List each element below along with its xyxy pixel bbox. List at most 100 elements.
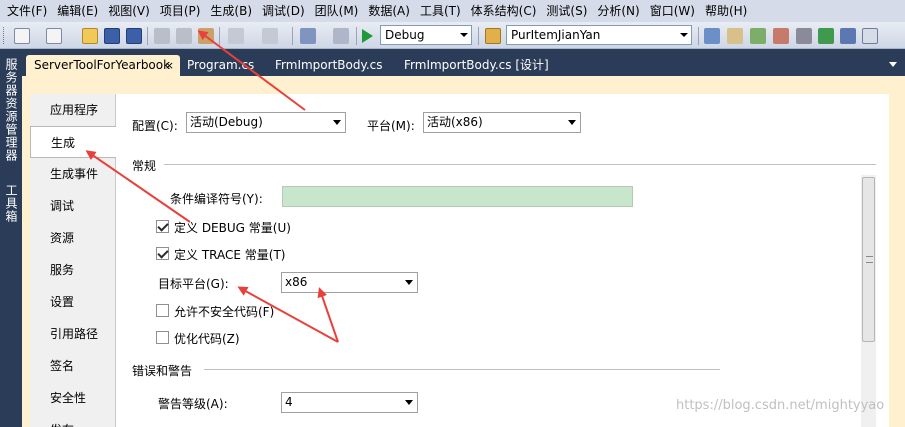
platform-select-value: 活动(x86)	[427, 115, 483, 129]
toolbar-separator	[356, 27, 357, 45]
menu-view[interactable]: 视图(V)	[103, 0, 155, 22]
errors-warnings-heading: 错误和警告	[132, 364, 193, 378]
allow-unsafe-checkbox[interactable]	[156, 304, 169, 317]
warning-level-select[interactable]: 4	[281, 392, 418, 413]
build-settings-pane: 配置(C): 活动(Debug) 平台(M): 活动(x86) 常规 条件编译符…	[116, 94, 889, 427]
document-tab-strip: ServerToolForYearbook × Program.cs FrmIm…	[22, 50, 905, 76]
toolbar-separator	[292, 27, 293, 45]
menu-data[interactable]: 数据(A)	[363, 0, 415, 22]
menu-debug[interactable]: 调试(D)	[257, 0, 310, 22]
nav-build[interactable]: 生成	[30, 126, 117, 158]
watermark-text: https://blog.csdn.net/mightyyao	[676, 398, 885, 413]
menu-architecture[interactable]: 体系结构(C)	[466, 0, 542, 22]
target-platform-select[interactable]: x86	[281, 272, 418, 293]
nav-security[interactable]: 安全性	[30, 382, 116, 414]
define-trace-checkbox[interactable]	[156, 247, 169, 260]
toolbar-grip[interactable]	[3, 27, 6, 44]
define-debug-checkbox[interactable]	[156, 220, 169, 233]
menu-team[interactable]: 团队(M)	[310, 0, 364, 22]
section-divider	[204, 369, 720, 370]
tab-server-tool-for-yearbook[interactable]: ServerToolForYearbook ×	[26, 55, 180, 76]
toolbar-options-icon[interactable]	[884, 28, 892, 44]
configuration-select[interactable]: 活动(Debug)	[186, 112, 346, 133]
chevron-down-icon	[680, 33, 688, 37]
tab-label: FrmImportBody.cs [设计]	[404, 58, 549, 72]
side-tool-strip: 服务器资源管理器 工具箱	[0, 50, 22, 427]
nav-signing[interactable]: 签名	[30, 350, 116, 382]
server-explorer-tab[interactable]: 服务器资源管理器	[3, 58, 20, 162]
platform-select[interactable]: 活动(x86)	[423, 112, 581, 133]
save-all-icon[interactable]	[126, 28, 142, 44]
extension-manager-icon[interactable]	[840, 28, 856, 44]
menu-project[interactable]: 项目(P)	[155, 0, 206, 22]
nav-reference-paths[interactable]: 引用路径	[30, 318, 116, 350]
copy-icon[interactable]	[176, 28, 192, 44]
chevron-down-icon	[405, 280, 413, 285]
find-combo-value: PurItemJianYan	[511, 28, 601, 42]
tab-frmimportbody-cs[interactable]: FrmImportBody.cs	[267, 55, 391, 76]
property-page-nav: 应用程序 生成 生成事件 调试 资源 服务 设置 引用路径 签名 安全性 发布	[30, 94, 117, 427]
redo-icon[interactable]	[262, 28, 278, 44]
close-icon[interactable]: ×	[165, 55, 174, 76]
general-section-heading: 常规	[132, 159, 157, 173]
new-project-icon[interactable]	[14, 28, 30, 44]
section-divider	[164, 164, 876, 165]
open-file-icon[interactable]	[82, 28, 98, 44]
chevron-down-icon	[333, 120, 341, 125]
menu-file[interactable]: 文件(F)	[2, 0, 52, 22]
menu-edit[interactable]: 编辑(E)	[52, 0, 103, 22]
command-window-icon[interactable]	[862, 28, 878, 44]
chevron-down-icon	[460, 33, 468, 37]
solution-configuration-value: Debug	[385, 28, 425, 42]
paste-icon[interactable]	[198, 28, 214, 44]
menu-window[interactable]: 窗口(W)	[645, 0, 700, 22]
start-page-icon[interactable]	[818, 28, 834, 44]
nav-debug[interactable]: 调试	[30, 190, 116, 222]
menu-help[interactable]: 帮助(H)	[700, 0, 752, 22]
nav-publish[interactable]: 发布	[30, 414, 116, 427]
add-item-icon[interactable]	[46, 28, 62, 44]
toolbox-tab[interactable]: 工具箱	[3, 184, 20, 223]
find-in-files-icon[interactable]	[485, 28, 501, 44]
optimize-code-checkbox[interactable]	[156, 331, 169, 344]
cut-icon[interactable]	[154, 28, 170, 44]
navigate-backward-icon[interactable]	[300, 28, 316, 44]
find-combo[interactable]: PurItemJianYan	[506, 25, 692, 45]
nav-services[interactable]: 服务	[30, 254, 116, 286]
configuration-select-value: 活动(Debug)	[190, 115, 263, 129]
nav-application[interactable]: 应用程序	[30, 94, 116, 126]
save-icon[interactable]	[104, 28, 120, 44]
scrollbar-thumb[interactable]	[862, 177, 875, 342]
object-browser-icon[interactable]	[750, 28, 766, 44]
solution-configuration-combo[interactable]: Debug	[380, 25, 472, 45]
tab-frmimportbody-designer[interactable]: FrmImportBody.cs [设计]	[396, 55, 557, 76]
toolbar-separator	[147, 27, 148, 45]
tab-list-dropdown-icon[interactable]	[889, 62, 897, 67]
tools-icon[interactable]	[796, 28, 812, 44]
menu-tools[interactable]: 工具(T)	[415, 0, 466, 22]
start-debugging-icon[interactable]	[362, 29, 373, 43]
toolbox-icon[interactable]	[773, 28, 789, 44]
navigate-forward-icon[interactable]	[333, 28, 349, 44]
vertical-scrollbar[interactable]	[861, 175, 876, 427]
properties-window-icon[interactable]	[727, 28, 743, 44]
menu-build[interactable]: 生成(B)	[205, 0, 257, 22]
nav-build-events[interactable]: 生成事件	[30, 158, 116, 190]
menu-test[interactable]: 测试(S)	[541, 0, 592, 22]
conditional-symbols-label: 条件编译符号(Y):	[170, 192, 263, 206]
menu-analyze[interactable]: 分析(N)	[592, 0, 644, 22]
toolbar-separator	[219, 27, 220, 45]
target-platform-value: x86	[285, 275, 308, 289]
optimize-code-label: 优化代码(Z)	[174, 332, 240, 346]
define-trace-label: 定义 TRACE 常量(T)	[174, 248, 286, 262]
define-debug-label: 定义 DEBUG 常量(U)	[174, 221, 291, 235]
tab-label: Program.cs	[187, 58, 255, 72]
undo-icon[interactable]	[228, 28, 244, 44]
nav-settings[interactable]: 设置	[30, 286, 116, 318]
solution-explorer-icon[interactable]	[704, 28, 720, 44]
conditional-symbols-input[interactable]	[282, 186, 633, 207]
tab-program-cs[interactable]: Program.cs	[179, 55, 262, 76]
nav-resources[interactable]: 资源	[30, 222, 116, 254]
allow-unsafe-label: 允许不安全代码(F)	[174, 305, 275, 319]
target-platform-label: 目标平台(G):	[158, 277, 229, 291]
